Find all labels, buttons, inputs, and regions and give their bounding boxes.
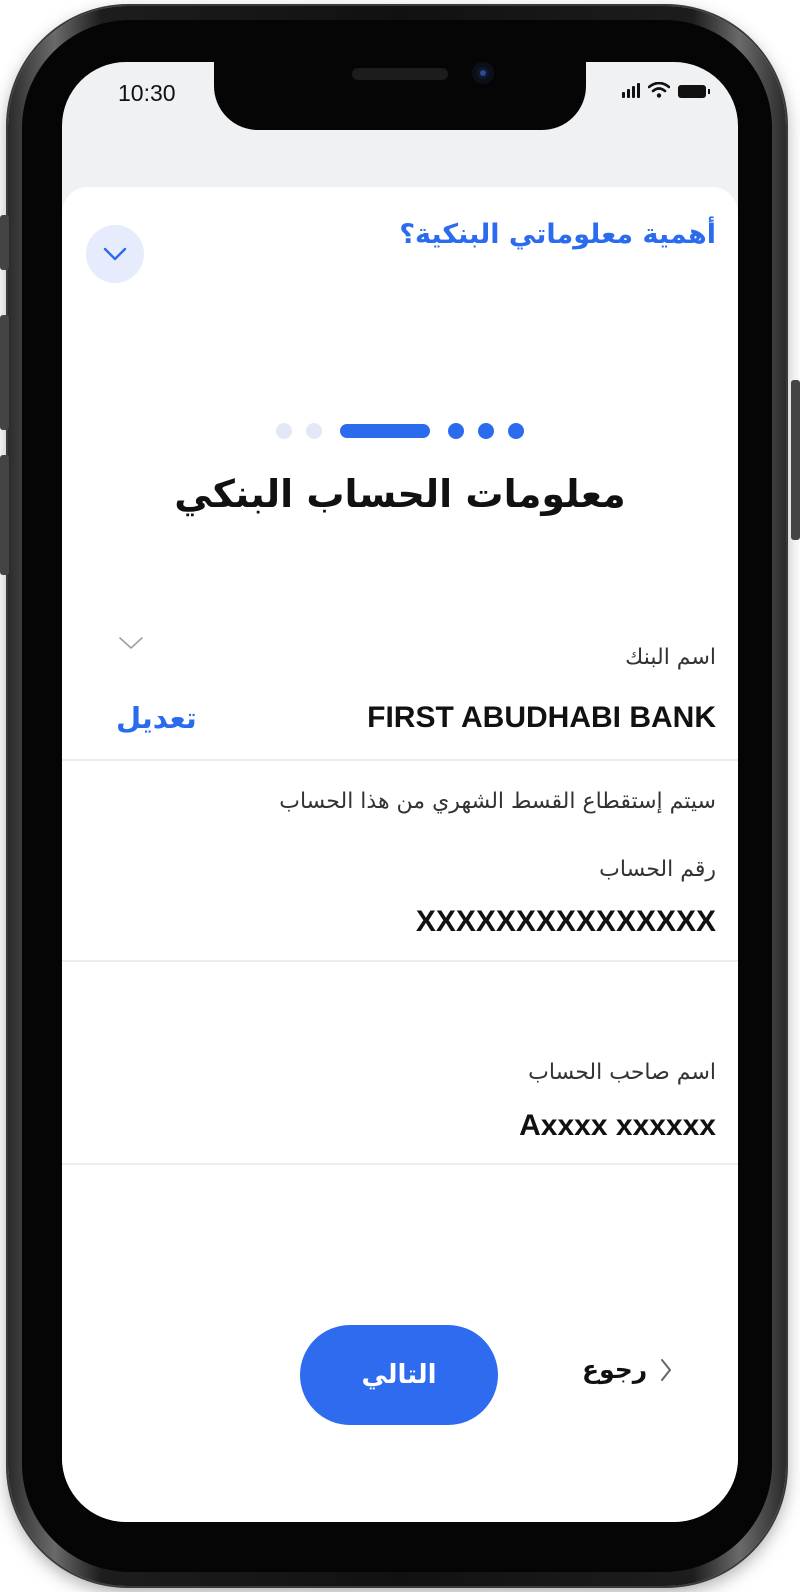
front-camera [472,62,494,84]
account-number-value: XXXXXXXXXXXXXXX [415,905,716,938]
step-dot [478,423,494,439]
step-dot [448,423,464,439]
collapse-button[interactable] [86,225,144,283]
signal-icon [622,83,640,98]
bank-name-label: اسم البنك [625,645,716,670]
notch [214,62,586,130]
step-dot-active [340,424,430,438]
bank-info-sheet: أهمية معلوماتي البنكية؟ معلومات الحساب ا… [62,187,738,1522]
page-title: معلومات الحساب البنكي [174,472,626,516]
volume-down-button [0,455,9,575]
mute-switch [0,215,9,270]
battery-icon [678,85,710,98]
bank-dropdown-chevron-icon[interactable] [118,635,144,651]
bank-name-value: FIRST ABUDHABI BANK [367,701,716,734]
divider [62,1163,738,1165]
account-number-label: رقم الحساب [599,857,716,882]
divider [62,759,738,761]
divider [62,960,738,962]
wifi-icon [648,82,670,98]
step-dot [306,423,322,439]
status-time: 10:30 [118,80,176,106]
account-holder-label: اسم صاحب الحساب [528,1060,716,1085]
step-dot [276,423,292,439]
faq-title-link[interactable]: أهمية معلوماتي البنكية؟ [399,219,716,250]
deduction-note: سيتم إستقطاع القسط الشهري من هذا الحساب [279,789,716,814]
next-button[interactable]: التالي [300,1325,498,1425]
back-button[interactable]: رجوع [582,1355,673,1384]
speaker [352,68,448,80]
back-label: رجوع [582,1355,648,1384]
edit-bank-link[interactable]: تعديل [116,701,197,735]
step-indicator [62,423,738,439]
step-dot [508,423,524,439]
chevron-right-icon [661,1358,672,1381]
volume-up-button [0,315,9,430]
chevron-down-icon [103,247,127,261]
screen: 10:30 أهمية معلوماتي البنكية؟ معلومات ال… [62,62,738,1522]
account-holder-value: Axxxx xxxxxx [519,1109,716,1142]
status-icons [622,82,710,98]
power-button [791,380,800,540]
